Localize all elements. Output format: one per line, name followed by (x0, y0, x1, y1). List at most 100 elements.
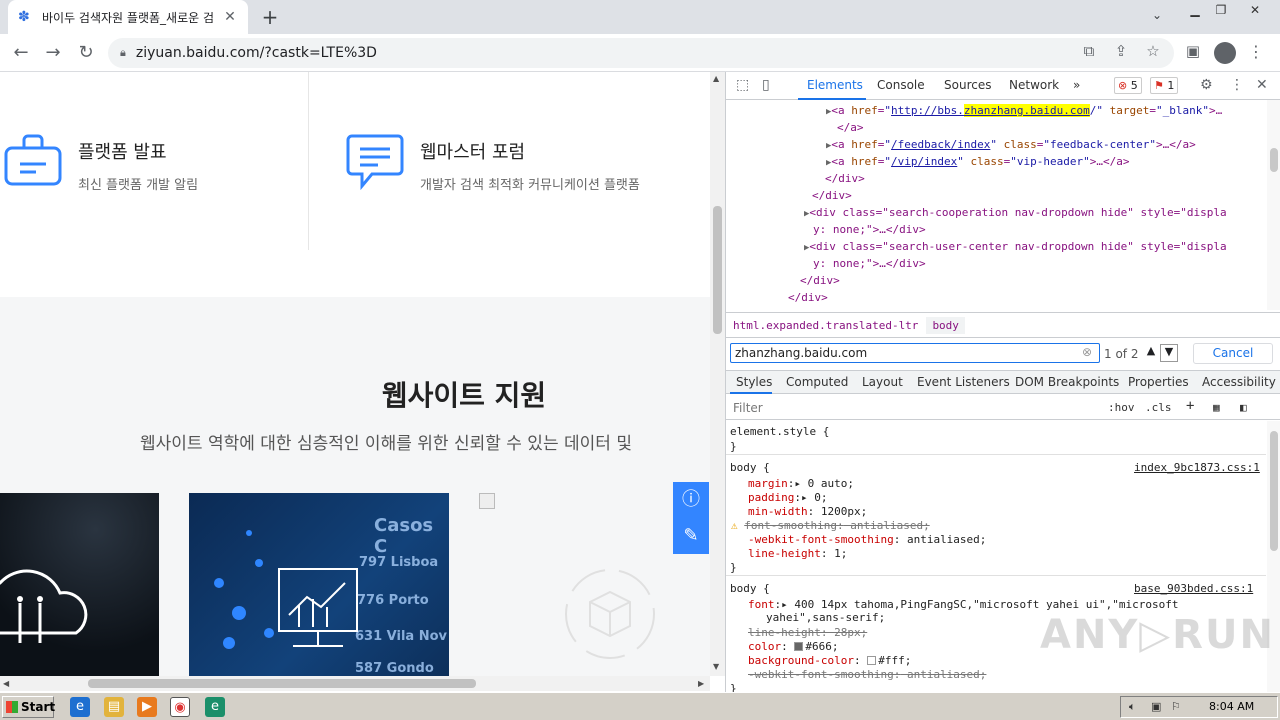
styles-filter-input[interactable]: Filter (730, 399, 1098, 417)
data-map-image[interactable]: Casos C 797 Lisboa 776 Porto 631 Vila No… (189, 493, 449, 676)
tab-close-icon[interactable]: ✕ (222, 9, 238, 25)
lock-icon[interactable]: 🔒︎ (120, 46, 126, 60)
restore-button[interactable]: ❐ (1210, 0, 1232, 22)
scroll-down-arrow-icon[interactable]: ▼ (713, 662, 719, 671)
issue-count-badge[interactable]: ⚑ 1 (1150, 77, 1179, 94)
clear-search-icon[interactable]: ⊗ (1082, 345, 1092, 359)
scrollbar-thumb[interactable] (713, 206, 722, 334)
side-panel-icon[interactable]: ▣ (1182, 42, 1204, 60)
scrollbar-thumb[interactable] (88, 679, 476, 688)
toggle-sidebar-icon[interactable]: ◧ (1240, 401, 1247, 414)
css-declaration[interactable]: color: #666; (748, 640, 839, 653)
dom-node-line[interactable]: </div> (788, 291, 828, 304)
next-match-icon[interactable]: ▼ (1160, 344, 1178, 362)
ie-icon[interactable]: e (70, 697, 90, 717)
new-rule-plus-icon[interactable]: + (1186, 398, 1194, 414)
dom-node-line[interactable]: ▶<a href="http://bbs.zhanzhang.baidu.com… (826, 104, 1222, 117)
cloud-network-image[interactable] (0, 493, 159, 676)
feedback-edit-icon[interactable]: ✎ (673, 518, 709, 554)
profile-avatar[interactable] (1214, 42, 1236, 64)
tab-search-chevron-icon[interactable]: ⌄ (1152, 8, 1162, 22)
hover-state-toggle[interactable]: :hov (1108, 401, 1135, 414)
scrollbar-thumb[interactable] (1270, 431, 1278, 551)
css-declaration[interactable]: -webkit-font-smoothing: antialiased; (748, 533, 986, 546)
inspect-element-icon[interactable]: ⬚ (736, 77, 749, 93)
media-player-icon[interactable]: ▶ (137, 697, 157, 717)
css-declaration[interactable]: min-width: 1200px; (748, 505, 867, 518)
chrome-icon[interactable]: ◉ (170, 697, 190, 717)
cancel-find-button[interactable]: Cancel (1193, 343, 1273, 364)
css-declaration[interactable]: line-height: 1; (748, 547, 847, 560)
scroll-left-arrow-icon[interactable]: ◀ (3, 679, 9, 688)
bookmark-star-icon[interactable]: ☆ (1142, 42, 1164, 60)
dom-node-line[interactable]: </a> (837, 121, 864, 134)
css-declaration-overridden[interactable]: line-height: 28px; (748, 626, 867, 639)
css-declaration[interactable]: background-color: #fff; (748, 654, 911, 667)
clock[interactable]: 8:04 AM (1209, 700, 1254, 713)
css-declaration[interactable]: font:▸ 400 14px tahoma,PingFangSC,"micro… (748, 598, 1178, 611)
dom-node-line[interactable]: </div> (825, 172, 865, 185)
edge-icon[interactable]: e (205, 697, 225, 717)
menu-kebab-icon[interactable]: ⋮ (1248, 42, 1264, 61)
devtools-menu-icon[interactable]: ⋮ (1230, 77, 1244, 93)
volume-icon[interactable]: 🔈︎ (1129, 700, 1136, 714)
elements-scrollbar[interactable] (1267, 100, 1280, 310)
tab-console[interactable]: Console (877, 78, 925, 92)
start-button[interactable]: Start (2, 696, 55, 718)
tab-properties[interactable]: Properties (1128, 375, 1189, 389)
minimize-button[interactable]: ▁ (1184, 0, 1206, 22)
color-swatch[interactable] (867, 656, 877, 665)
tab-event-listeners[interactable]: Event Listeners (917, 375, 1010, 389)
scroll-right-arrow-icon[interactable]: ▶ (698, 679, 704, 688)
back-arrow-icon[interactable]: ← (10, 42, 32, 64)
breadcrumb-body[interactable]: body (926, 316, 965, 334)
address-bar[interactable]: 🔒︎ ziyuan.baidu.com/?castk=LTE%3D (108, 38, 1174, 68)
tab-styles[interactable]: Styles (736, 375, 772, 389)
tab-computed[interactable]: Computed (786, 375, 848, 389)
notification-flag-icon[interactable]: ⚐ (1171, 700, 1181, 713)
translate-icon[interactable]: ⧉ (1078, 42, 1100, 60)
network-icon[interactable]: ▣ (1151, 700, 1161, 713)
settings-gear-icon[interactable]: ⚙ (1200, 77, 1213, 93)
stylesheet-link[interactable]: index_9bc1873.css:1 (1134, 461, 1260, 474)
element-style-selector[interactable]: element.style { (730, 425, 829, 438)
breadcrumb-html[interactable]: html.expanded.translated-ltr (733, 319, 918, 332)
more-tabs-icon[interactable]: » (1073, 78, 1080, 92)
css-declaration-invalid[interactable]: ⚠ font-smoothing: antialiased; (731, 519, 930, 532)
error-count-badge[interactable]: ⊗ 5 (1114, 77, 1142, 94)
dom-node-line[interactable]: y: none;">…</div> (813, 257, 926, 270)
rule-selector[interactable]: body {base_903bded.css:1 (730, 582, 1266, 595)
tab-accessibility[interactable]: Accessibility (1202, 375, 1276, 389)
page-horizontal-scrollbar[interactable]: ◀ ▶ (0, 676, 710, 691)
dom-node-line[interactable]: ▶<a href="/feedback/index" class="feedba… (826, 138, 1196, 151)
forward-arrow-icon[interactable]: → (42, 42, 64, 64)
paint-brush-icon[interactable]: ▦ (1213, 401, 1220, 414)
dom-node-line[interactable]: y: none;">…</div> (813, 223, 926, 236)
browser-tab[interactable]: ✽ 바이두 검색자원 플랫폼_새로운 검 ✕ (8, 0, 248, 34)
reload-icon[interactable]: ↻ (75, 42, 97, 64)
find-input[interactable]: zhanzhang.baidu.com (730, 343, 1100, 363)
rule-selector[interactable]: body {index_9bc1873.css:1 (730, 461, 1266, 474)
page-vertical-scrollbar[interactable]: ▲ ▼ (710, 72, 725, 676)
stylesheet-link[interactable]: base_903bded.css:1 (1134, 582, 1253, 595)
explorer-folder-icon[interactable]: ▤ (104, 697, 124, 717)
tab-sources[interactable]: Sources (944, 78, 991, 92)
close-window-button[interactable]: ✕ (1240, 0, 1270, 22)
tab-dom-breakpoints[interactable]: DOM Breakpoints (1015, 375, 1119, 389)
dom-node-line[interactable]: </div> (800, 274, 840, 287)
url-text[interactable]: ziyuan.baidu.com/?castk=LTE%3D (136, 45, 377, 61)
dom-node-line[interactable]: ▶<div class="search-user-center nav-drop… (804, 240, 1227, 253)
css-declaration[interactable]: margin:▸ 0 auto; (748, 477, 854, 490)
css-declaration-overridden[interactable]: -webkit-font-smoothing: antialiased; (748, 668, 986, 681)
share-icon[interactable]: ⇪ (1110, 42, 1132, 60)
dom-node-line[interactable]: </div> (812, 189, 852, 202)
scrollbar-thumb[interactable] (1270, 148, 1278, 172)
device-toolbar-icon[interactable]: ▯ (762, 77, 770, 93)
previous-match-icon[interactable]: ▲ (1142, 344, 1160, 362)
help-question-icon[interactable]: ⓘ (673, 482, 709, 518)
color-swatch[interactable] (794, 642, 804, 651)
tab-elements[interactable]: Elements (807, 78, 863, 92)
scroll-up-arrow-icon[interactable]: ▲ (713, 74, 719, 83)
dom-node-line[interactable]: ▶<a href="/vip/index" class="vip-header"… (826, 155, 1130, 168)
dom-node-line[interactable]: ▶<div class="search-cooperation nav-drop… (804, 206, 1227, 219)
